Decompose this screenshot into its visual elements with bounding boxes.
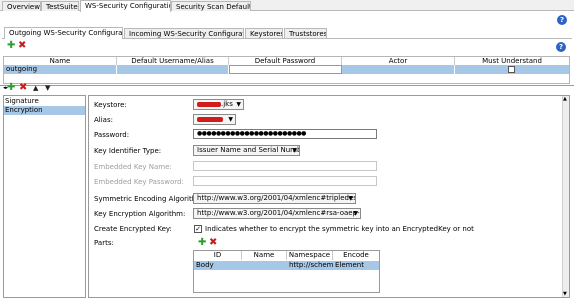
- chevron-down-icon: ▼: [348, 195, 353, 202]
- list-item-signature[interactable]: Signature: [5, 97, 84, 106]
- redacted-mark: [197, 116, 223, 122]
- remove-config-icon[interactable]: ✖: [18, 41, 26, 51]
- chevron-down-icon: ▼: [236, 101, 241, 108]
- password-label: Password:: [94, 131, 130, 139]
- tab-outgoing-ws-security[interactable]: Outgoing WS-Security Configurations: [4, 27, 123, 39]
- col-header-must-understand[interactable]: Must Understand: [455, 57, 569, 65]
- key-identifier-value: Issuer Name and Serial Number: [197, 146, 300, 154]
- splitter[interactable]: [0, 85, 574, 86]
- embedded-key-name-field[interactable]: [193, 161, 377, 171]
- parts-col-name[interactable]: Name: [242, 251, 287, 260]
- parts-row-encode[interactable]: Element: [333, 261, 379, 270]
- parts-row-name[interactable]: [242, 261, 287, 270]
- embedded-key-password-field[interactable]: [193, 176, 377, 186]
- list-item-encryption[interactable]: Encryption: [4, 106, 85, 115]
- chevron-down-icon: ▼: [228, 116, 233, 123]
- parts-col-id[interactable]: ID: [194, 251, 242, 260]
- symmetric-encoding-select[interactable]: http://www.w3.org/2001/04/xmlenc#tripled…: [193, 193, 356, 204]
- remove-part-icon[interactable]: ✖: [209, 238, 217, 248]
- tab-security-scan-defaults[interactable]: Security Scan Defaults: [171, 1, 251, 11]
- chevron-down-icon: ▼: [353, 210, 358, 217]
- key-encryption-label: Key Encryption Algorithm:: [94, 210, 186, 218]
- tab-truststores[interactable]: Truststores: [284, 28, 327, 38]
- key-identifier-type-select[interactable]: Issuer Name and Serial Number ▼: [193, 145, 300, 156]
- parts-col-namespace[interactable]: Namespace: [287, 251, 333, 260]
- chevron-down-icon: ▼: [292, 147, 297, 154]
- key-encryption-select[interactable]: http://www.w3.org/2001/04/xmlenc#rsa-oae…: [193, 208, 361, 219]
- add-entry-icon[interactable]: ✚: [7, 83, 15, 93]
- parts-col-encode[interactable]: Encode: [333, 251, 379, 260]
- symmetric-encoding-value: http://www.w3.org/2001/04/xmlenc#tripled…: [197, 194, 356, 202]
- alias-select[interactable]: ▼: [193, 114, 236, 125]
- create-encrypted-key-description: Indicates whether to encrypt the symmetr…: [205, 225, 474, 233]
- move-down-icon[interactable]: ▼: [45, 84, 50, 92]
- remove-entry-icon[interactable]: ✖: [19, 83, 27, 93]
- entries-list: [3, 95, 86, 298]
- must-understand-checkbox[interactable]: [508, 66, 515, 73]
- password-field[interactable]: ●●●●●●●●●●●●●●●●●●●●●●●: [193, 129, 377, 139]
- scroll-down-arrow[interactable]: ▼: [563, 291, 567, 297]
- keystore-label: Keystore:: [94, 101, 127, 109]
- parts-label: Parts:: [94, 239, 114, 247]
- help-icon-config[interactable]: ?: [556, 42, 566, 52]
- create-encrypted-key-checkbox[interactable]: ✓: [194, 225, 202, 233]
- table-row-username[interactable]: [117, 65, 229, 74]
- keystore-select[interactable]: .jks ▼: [193, 99, 244, 110]
- key-identifier-type-label: Key Identifier Type:: [94, 147, 162, 155]
- col-header-name[interactable]: Name: [4, 57, 117, 65]
- embedded-key-name-label: Embedded Key Name:: [94, 163, 172, 171]
- parts-row-id[interactable]: Body: [194, 261, 242, 270]
- parts-row-namespace[interactable]: http://schem...: [287, 261, 333, 270]
- key-encryption-value: http://www.w3.org/2001/04/xmlenc#rsa-oae…: [197, 209, 360, 217]
- redacted-mark: [197, 101, 221, 107]
- move-up-icon[interactable]: ▲: [33, 84, 38, 92]
- tab-ws-security-configurations[interactable]: WS-Security Configurations: [80, 0, 171, 12]
- col-header-actor[interactable]: Actor: [342, 57, 455, 65]
- col-header-default-password[interactable]: Default Password: [229, 57, 342, 65]
- panel-scrollbar-track[interactable]: [562, 96, 569, 297]
- table-row-name[interactable]: outgoing: [4, 65, 117, 74]
- table-row-password[interactable]: [229, 65, 342, 74]
- keystore-value: .jks: [221, 100, 233, 108]
- col-header-default-username[interactable]: Default Username/Alias: [117, 57, 229, 65]
- table-row-actor[interactable]: [342, 65, 455, 74]
- tab-keystores[interactable]: Keystores: [245, 28, 283, 38]
- scroll-up-arrow[interactable]: ▲: [563, 96, 567, 102]
- help-icon[interactable]: ?: [557, 15, 567, 25]
- symmetric-encoding-label: Symmetric Encoding Algorithm:: [94, 195, 206, 203]
- add-part-icon[interactable]: ✚: [198, 238, 206, 248]
- create-encrypted-key-label: Create Encrypted Key:: [94, 225, 172, 233]
- alias-label: Alias:: [94, 116, 113, 124]
- add-config-icon[interactable]: ✚: [7, 41, 15, 51]
- tab-overview[interactable]: Overview: [2, 1, 41, 11]
- tab-testsuites[interactable]: TestSuites: [41, 1, 79, 11]
- tab-incoming-ws-security[interactable]: Incoming WS-Security Configurations: [124, 28, 244, 38]
- embedded-key-password-label: Embedded Key Password:: [94, 178, 184, 186]
